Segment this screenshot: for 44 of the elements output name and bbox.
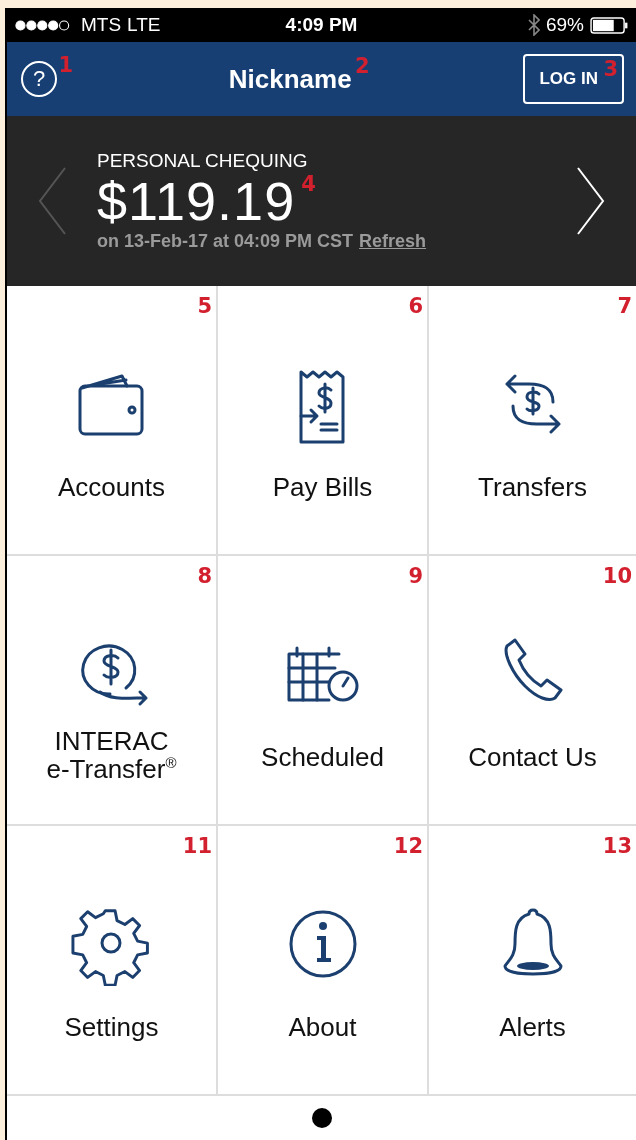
menu-tile[interactable]: 6 Pay Bills (218, 286, 429, 556)
menu-tile[interactable]: 8 INTERAC e-Transfer$^{®}$ (7, 556, 218, 826)
tile-label: Contact Us (468, 744, 597, 772)
refresh-link[interactable]: Refresh (359, 231, 427, 253)
menu-tile[interactable]: 10 Contact Us (429, 556, 636, 826)
battery-icon (590, 16, 628, 34)
tile-label: Accounts (58, 474, 165, 502)
carrier-name: MTS (81, 14, 122, 36)
tile-label: Settings (64, 1014, 159, 1042)
chevron-right-icon[interactable] (576, 166, 606, 236)
callout-number: 7 (617, 294, 632, 318)
callout-number: 2 (355, 53, 370, 78)
login-button[interactable]: LOG IN 3 (523, 54, 624, 104)
network-type: LTE (127, 14, 161, 36)
callout-number: 1 (58, 53, 73, 77)
callout-number: 12 (393, 834, 423, 858)
account-name: PERSONAL CHEQUING (97, 149, 309, 172)
callout-number: 4 (301, 171, 316, 196)
menu-tile[interactable]: 5 Accounts (7, 286, 218, 556)
bluetooth-icon (527, 14, 540, 36)
menu-tile[interactable]: 12 About (218, 826, 429, 1096)
callout-number: 10 (602, 564, 632, 588)
callout-number: 3 (603, 57, 618, 81)
tile-label: Alerts (499, 1014, 566, 1042)
screen-title: Nickname (228, 63, 352, 94)
status-time: 4:09 PM (285, 14, 358, 36)
balance-amount: $119.19 (97, 171, 296, 232)
callout-number: 8 (197, 564, 212, 588)
callout-number: 11 (182, 834, 212, 858)
menu-tile[interactable]: 13 Alerts (429, 826, 636, 1096)
callout-number: 13 (602, 834, 632, 858)
menu-tile[interactable]: 11 Settings (7, 826, 218, 1096)
tile-label: Scheduled (261, 744, 384, 772)
battery-percent: 69% (545, 14, 584, 36)
tile-label: Pay Bills (272, 474, 373, 502)
tile-label: About (288, 1014, 357, 1042)
menu-tile[interactable]: 9 Scheduled (218, 556, 429, 826)
tile-label: INTERAC e-Transfer$^{®}$ (46, 728, 177, 784)
callout-number: 6 (408, 294, 423, 318)
updated-time: on 13-Feb-17 at 04:09 PM CST (97, 231, 354, 253)
callout-number: 5 (197, 294, 212, 318)
callout-number: 9 (408, 564, 423, 588)
tile-label: Transfers (478, 474, 587, 502)
menu-tile[interactable]: 7 Transfers (429, 286, 636, 556)
